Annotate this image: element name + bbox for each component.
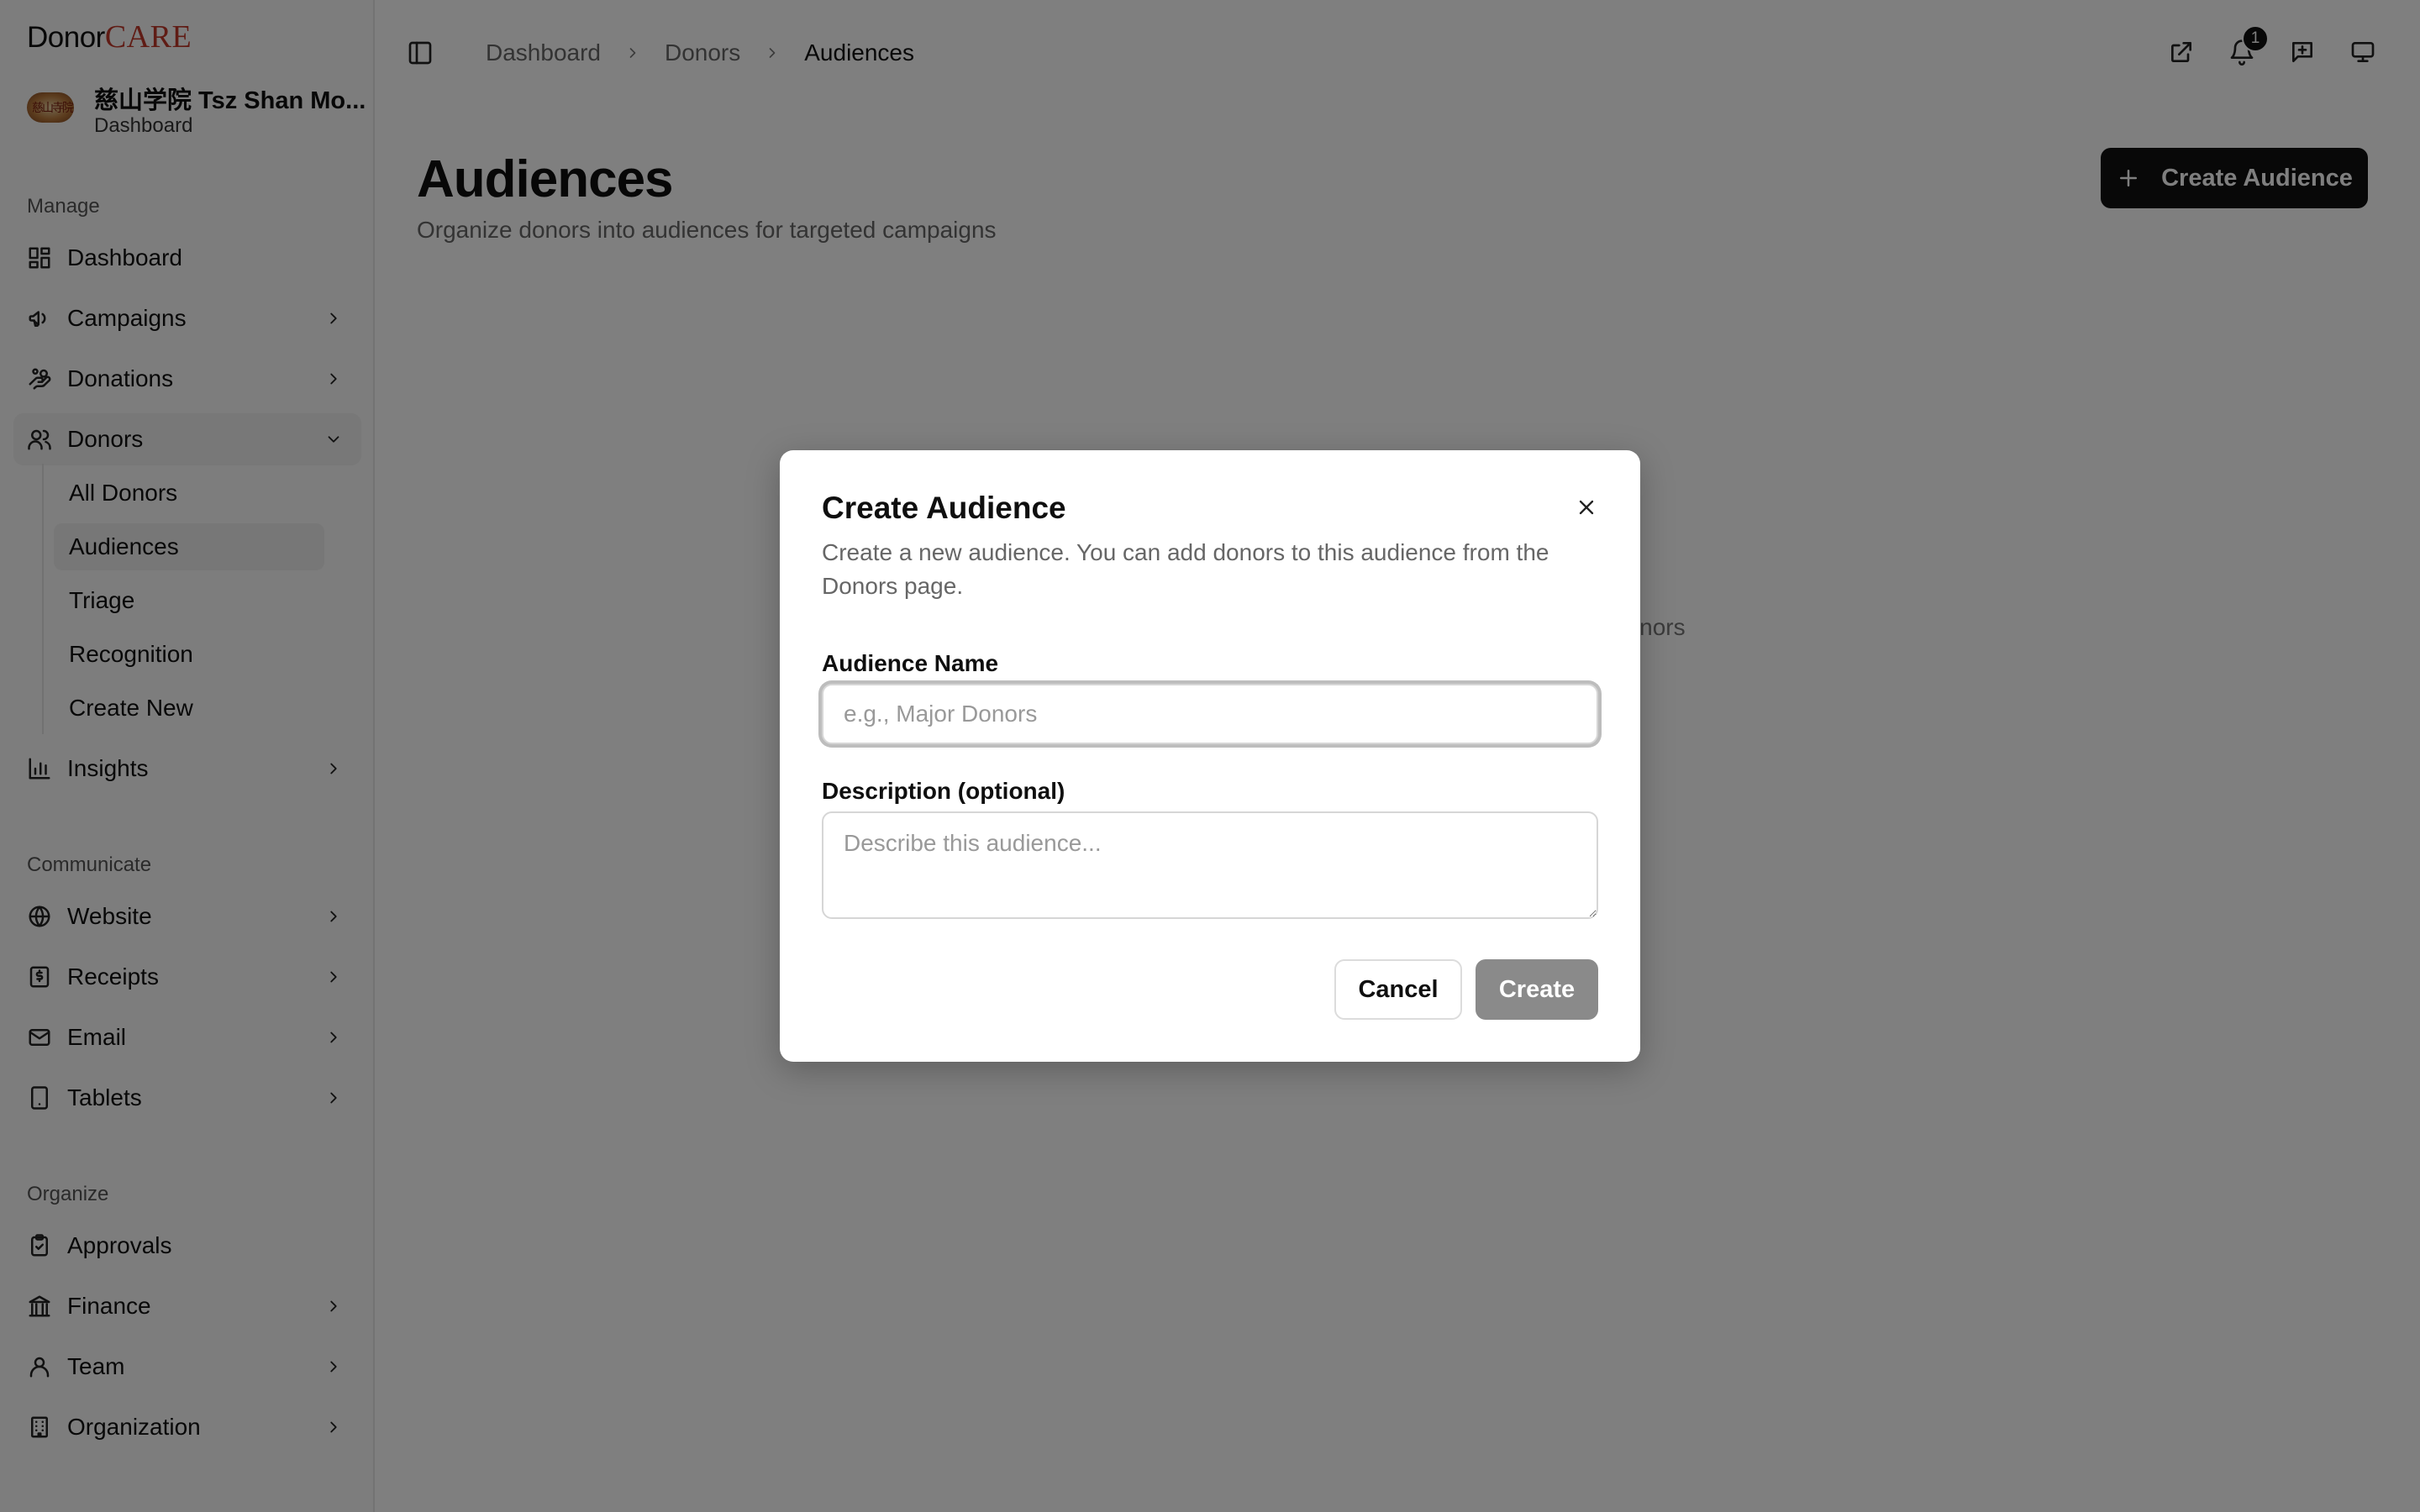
create-button[interactable]: Create	[1476, 959, 1598, 1020]
close-icon[interactable]	[1575, 496, 1598, 519]
dialog-description: Create a new audience. You can add donor…	[822, 539, 1549, 599]
create-audience-dialog: Create Audience Create a new audience. Y…	[780, 450, 1640, 1062]
description-textarea[interactable]	[822, 811, 1598, 919]
description-label: Description (optional)	[822, 778, 1065, 804]
audience-name-label: Audience Name	[822, 650, 999, 676]
audience-name-input[interactable]	[822, 684, 1598, 744]
cancel-button[interactable]: Cancel	[1334, 959, 1462, 1020]
dialog-title: Create Audience	[822, 491, 1066, 525]
